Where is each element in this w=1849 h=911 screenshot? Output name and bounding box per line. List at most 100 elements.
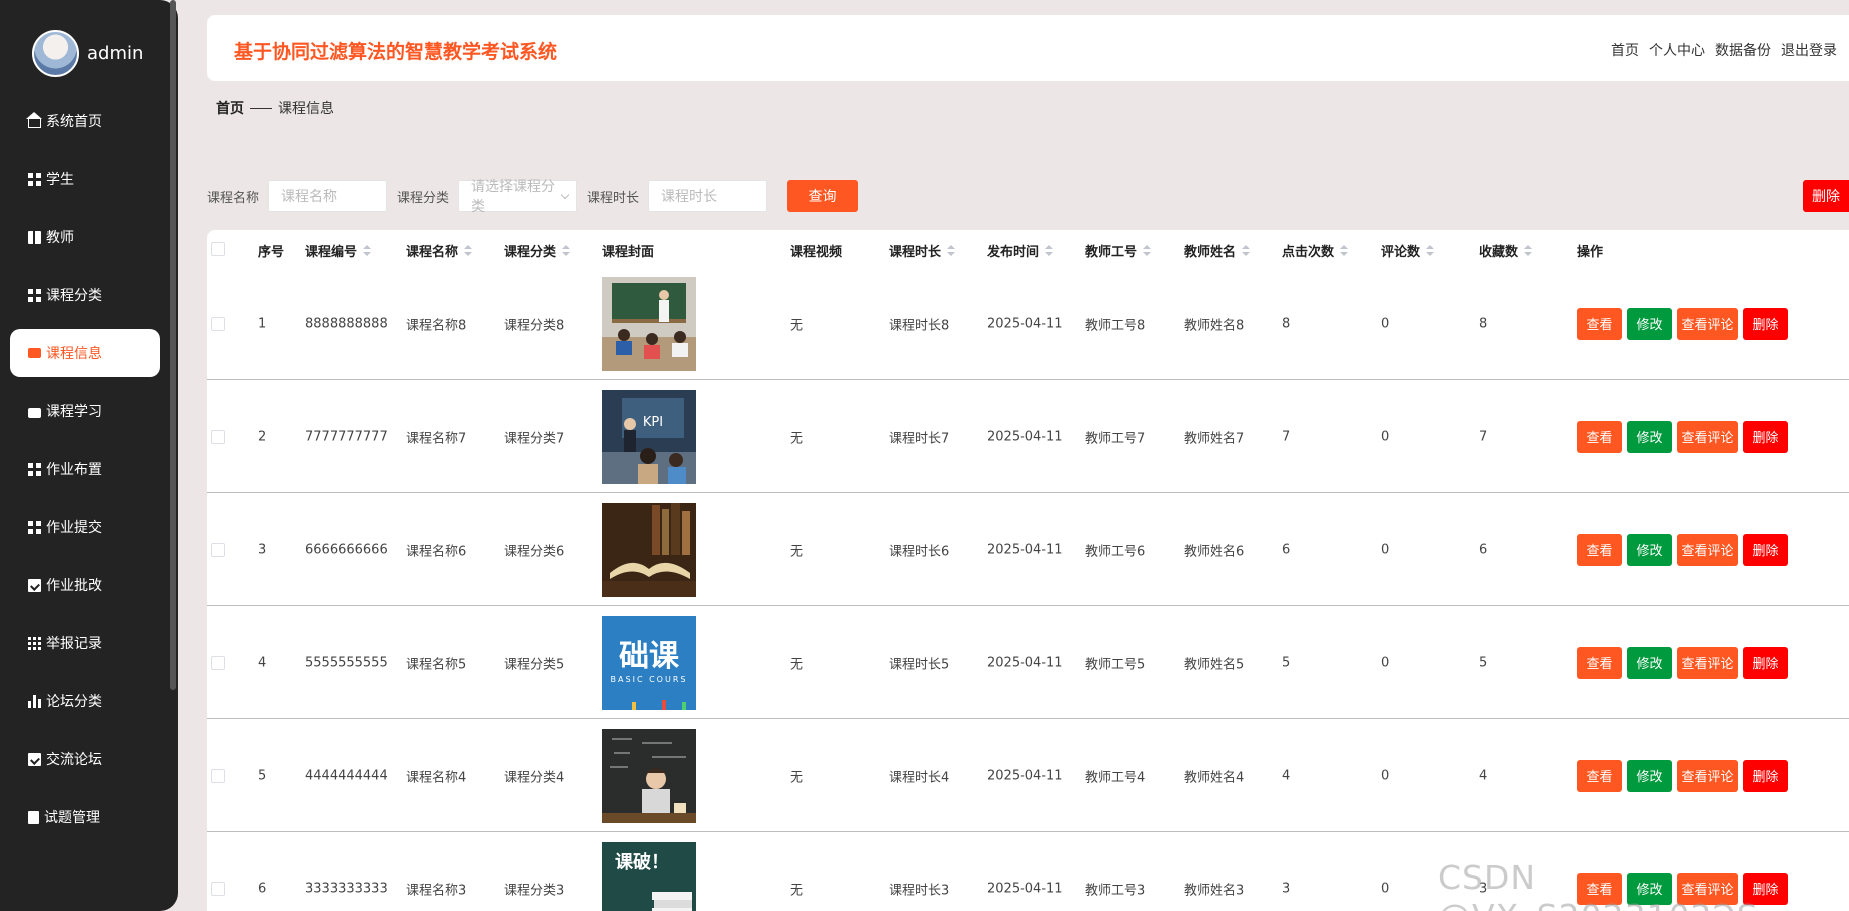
row-checkbox[interactable] [211,317,225,331]
view-button[interactable]: 查看 [1577,759,1622,792]
cell-teacher-id: 教师工号5 [1085,657,1146,672]
table-row[interactable]: 4 5555555555 课程名称5 课程分类5 无 课程时长5 2025-04-11 教师工… [207,607,1849,719]
table-row[interactable]: 3 6666666666 课程名称6 课程分类6 无 课程时长6 2025-04-11 教师工… [207,494,1849,606]
sidebar-item-label: 作业提交 [46,520,102,536]
row-checkbox[interactable] [211,656,225,670]
cell-index: 1 [258,316,267,331]
cell-date: 2025-04-11 [987,429,1063,444]
col-duration[interactable]: 课程时长 [889,241,956,260]
sidebar-item-11[interactable]: 交流论坛 [10,735,160,783]
course-duration-input[interactable]: 课程时长 [648,180,768,212]
sidebar-item-0[interactable]: 系统首页 [10,97,160,145]
cell-name: 课程名称8 [406,318,467,333]
cell-comments: 0 [1381,881,1390,896]
edit-button[interactable]: 修改 [1627,759,1672,792]
col-category[interactable]: 课程分类 [504,241,571,260]
delete-button[interactable]: 删除 [1743,420,1788,453]
sort-icon[interactable] [1426,244,1435,257]
sidebar-item-4[interactable]: 课程信息 [10,329,160,377]
course-name-input[interactable]: 课程名称 [268,180,388,212]
sidebar-item-5[interactable]: 课程学习 [10,387,160,435]
view-button[interactable]: 查看 [1577,307,1622,340]
cell-category: 课程分类5 [504,657,565,672]
edit-button[interactable]: 修改 [1627,420,1672,453]
col-category-label: 课程分类 [504,245,557,260]
grid-icon [28,172,41,186]
avatar[interactable] [32,30,79,77]
course-duration-label: 课程时长 [587,190,640,206]
delete-button[interactable]: 删除 [1743,646,1788,679]
sidebar-item-1[interactable]: 学生 [10,155,160,203]
svg-text:础课: 础课 [619,639,680,674]
query-button[interactable]: 查询 [787,180,859,212]
sidebar-item-3[interactable]: 课程分类 [10,271,160,319]
course-cover-image[interactable] [602,503,696,597]
view-button[interactable]: 查看 [1577,533,1622,566]
edit-button[interactable]: 修改 [1627,533,1672,566]
nav-backup[interactable]: 数据备份 [1715,40,1771,60]
home-icon [26,111,42,128]
col-code[interactable]: 课程编号 [305,241,372,260]
sort-icon[interactable] [464,244,473,257]
select-all-checkbox[interactable] [211,242,225,256]
view-button[interactable]: 查看 [1577,420,1622,453]
row-checkbox[interactable] [211,769,225,783]
view-comments-button[interactable]: 查看评论 [1677,307,1738,340]
row-checkbox[interactable] [211,882,225,896]
cell-code: 3333333333 [305,881,388,896]
delete-button[interactable]: 删除 [1743,759,1788,792]
nav-logout[interactable]: 退出登录 [1781,40,1837,60]
view-comments-button[interactable]: 查看评论 [1677,533,1738,566]
delete-button[interactable]: 删除 [1743,533,1788,566]
sidebar-item-10[interactable]: 论坛分类 [10,677,160,725]
col-name[interactable]: 课程名称 [406,241,473,260]
row-checkbox[interactable] [211,543,225,557]
course-cover-image[interactable] [602,729,696,823]
nav-profile[interactable]: 个人中心 [1649,40,1705,60]
col-favorites[interactable]: 收藏数 [1479,241,1533,260]
sort-icon[interactable] [947,244,956,257]
col-clicks[interactable]: 点击次数 [1282,241,1349,260]
table-row[interactable]: 5 4444444444 课程名称4 课程分类4 无 课程时长4 2025-04-11 教师工… [207,720,1849,832]
sidebar-item-9[interactable]: 举报记录 [10,619,160,667]
sort-icon[interactable] [1045,244,1054,257]
col-teacher-name[interactable]: 教师姓名 [1184,241,1251,260]
table-row[interactable]: 1 8888888888 课程名称8 课程分类8 无 课程时长8 2025-04-11 教师工… [207,268,1849,380]
col-comments-label: 评论数 [1381,245,1421,260]
sidebar-scrollbar[interactable] [170,0,176,690]
view-comments-button[interactable]: 查看评论 [1677,646,1738,679]
delete-button[interactable]: 删除 [1743,307,1788,340]
view-comments-button[interactable]: 查看评论 [1677,420,1738,453]
course-cover-image[interactable]: 础课 BASIC COURS [602,616,696,710]
row-checkbox[interactable] [211,430,225,444]
sort-icon[interactable] [363,244,372,257]
sidebar-item-12[interactable]: 试题管理 [10,793,160,841]
col-date[interactable]: 发布时间 [987,241,1054,260]
sidebar-item-8[interactable]: 作业批改 [10,561,160,609]
batch-delete-button[interactable]: 删除 [1803,180,1849,212]
table-row[interactable]: 2 7777777777 课程名称7 课程分类7 无 课程时长7 2025-04-11 教师工… [207,381,1849,493]
course-name-label: 课程名称 [207,190,260,206]
course-cover-image[interactable] [602,277,696,371]
breadcrumb-home[interactable]: 首页 [216,98,244,118]
sort-icon[interactable] [1524,244,1533,257]
clipboard-check-icon [28,578,41,592]
nav-home[interactable]: 首页 [1611,40,1639,60]
sort-icon[interactable] [1242,244,1251,257]
sort-icon[interactable] [1340,244,1349,257]
col-teacher-id[interactable]: 教师工号 [1085,241,1152,260]
sort-icon[interactable] [1143,244,1152,257]
user-profile[interactable]: admin [32,30,143,77]
course-category-select[interactable]: 请选择课程分类 [458,179,578,215]
course-cover-image[interactable]: KPI [602,390,696,484]
edit-button[interactable]: 修改 [1627,307,1672,340]
view-button[interactable]: 查看 [1577,646,1622,679]
col-comments[interactable]: 评论数 [1381,241,1435,260]
course-cover-image[interactable]: 课破！ [602,842,696,911]
sidebar-item-6[interactable]: 作业布置 [10,445,160,493]
sidebar-item-7[interactable]: 作业提交 [10,503,160,551]
sort-icon[interactable] [562,244,571,257]
sidebar-item-2[interactable]: 教师 [10,213,160,261]
view-comments-button[interactable]: 查看评论 [1677,759,1738,792]
edit-button[interactable]: 修改 [1627,646,1672,679]
